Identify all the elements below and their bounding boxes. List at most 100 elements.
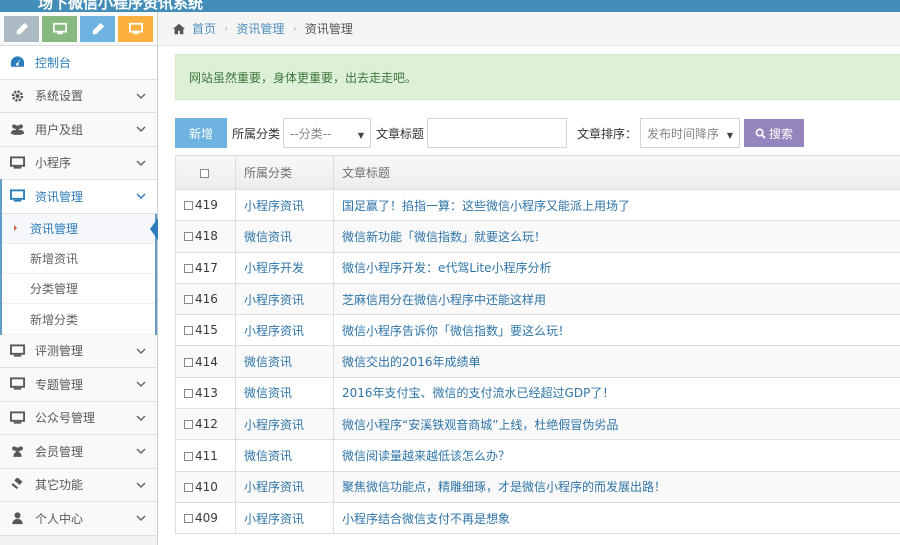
nav-label: 会员管理 <box>35 444 84 459</box>
title-input[interactable] <box>427 118 568 148</box>
id-cell: 418 <box>175 220 236 253</box>
category-select-value: --分类-- <box>290 126 332 141</box>
chevron-down-icon <box>136 415 146 421</box>
submenu-label: 新增资讯 <box>30 251 79 266</box>
title-cell[interactable]: 微信新功能「微信指数」就要这么玩！ <box>333 220 900 253</box>
row-checkbox[interactable] <box>184 388 193 398</box>
title-cell[interactable]: 2016年支付宝、微信的支付流水已经超过GDP了！ <box>333 376 900 410</box>
title-column-header: 文章标题 <box>333 155 900 190</box>
id-cell: 413 <box>175 376 236 410</box>
title-cell[interactable]: 微信阅读量越来越低该怎么办？ <box>333 439 900 472</box>
title-cell[interactable]: 小程序结合微信支付不再是想象 <box>333 501 900 535</box>
chevron-down-icon <box>136 93 146 99</box>
title-cell[interactable]: 微信小程序告诉你「微信指数」要这么玩！ <box>333 314 900 347</box>
pencil-icon <box>92 22 104 35</box>
category-cell[interactable]: 微信资讯 <box>235 345 334 378</box>
nav-label: 系统设置 <box>35 89 84 104</box>
search-button[interactable]: 搜索 <box>744 119 805 147</box>
category-cell[interactable]: 小程序资讯 <box>235 408 334 441</box>
id-cell: 417 <box>175 251 236 284</box>
chevron-down-icon <box>136 160 146 166</box>
nav-other-functions[interactable]: 其它功能 <box>0 468 157 503</box>
table-row: 418 微信资讯 微信新功能「微信指数」就要这么玩！ <box>175 220 900 253</box>
chevron-down-icon <box>136 381 146 388</box>
title-cell[interactable]: 微信小程序“安溪铁观音商城”上线，杜绝假冒伪劣品 <box>333 408 900 441</box>
nav-label: 其它功能 <box>35 478 84 493</box>
breadcrumb-news-link[interactable]: 资讯管理 <box>236 20 284 37</box>
row-checkbox[interactable] <box>184 263 193 273</box>
row-checkbox[interactable] <box>184 482 193 492</box>
category-cell[interactable]: 小程序资讯 <box>235 314 334 347</box>
home-icon <box>172 23 186 34</box>
shortcut-monitor-button[interactable] <box>42 16 77 42</box>
shortcut-display-button[interactable] <box>118 16 153 42</box>
category-cell[interactable]: 微信资讯 <box>235 220 334 253</box>
sort-select[interactable]: 发布时间降序 ▼ <box>640 118 741 148</box>
nav-member-management[interactable]: 会员管理 <box>0 435 157 469</box>
select-all-checkbox[interactable] <box>200 168 209 178</box>
breadcrumb-current: 资讯管理 <box>304 22 353 36</box>
row-checkbox[interactable] <box>184 420 193 430</box>
submenu-item-news-list[interactable]: 资讯管理 <box>2 213 158 244</box>
nav-label: 用户及组 <box>35 122 84 137</box>
add-button[interactable]: 新增 <box>175 118 227 148</box>
submenu-item-add-news[interactable]: 新增资讯 <box>2 244 155 275</box>
nav-topic-management[interactable]: 专题管理 <box>0 368 157 402</box>
category-cell[interactable]: 小程序资讯 <box>235 188 334 222</box>
nav-label: 评测管理 <box>35 344 84 359</box>
table-row: 416 小程序资讯 芝麻信用分在微信小程序中还能这样用 <box>175 282 900 316</box>
submenu-label: 新增分类 <box>30 312 79 327</box>
category-cell[interactable]: 微信资讯 <box>235 376 334 410</box>
category-cell[interactable]: 小程序资讯 <box>235 282 334 316</box>
category-cell[interactable]: 小程序资讯 <box>235 470 334 503</box>
alert-message: 网站虽然重要，身体更重要，出去走走吧。 <box>175 54 900 100</box>
category-cell[interactable]: 微信资讯 <box>235 439 334 472</box>
breadcrumb: 首页 › 资讯管理 › 资讯管理 <box>158 12 900 46</box>
select-arrow-icon: ▼ <box>726 131 734 140</box>
submenu-item-add-category[interactable]: 新增分类 <box>2 304 155 335</box>
nav-users-groups[interactable]: 用户及组 <box>0 113 157 147</box>
desktop-icon <box>9 411 26 425</box>
row-checkbox[interactable] <box>184 357 193 367</box>
title-cell[interactable]: 聚焦微信功能点，精雕细琢，才是微信小程序的而发展出路！ <box>333 470 900 503</box>
nav-personal-center[interactable]: 个人中心 <box>0 502 157 536</box>
category-cell[interactable]: 小程序开发 <box>235 251 334 284</box>
nav-system-settings[interactable]: 系统设置 <box>0 79 157 113</box>
id-cell: 414 <box>175 345 236 378</box>
row-checkbox[interactable] <box>184 514 193 524</box>
row-checkbox[interactable] <box>184 326 193 336</box>
gavel-icon <box>9 477 26 492</box>
submenu-item-category-management[interactable]: 分类管理 <box>2 274 155 305</box>
article-id: 410 <box>195 479 218 494</box>
title-cell[interactable]: 国足赢了！掐指一算：这些微信小程序又能派上用场了 <box>333 188 900 222</box>
nav-label: 公众号管理 <box>35 411 96 426</box>
nav-dashboard[interactable]: 控制台 <box>0 46 157 80</box>
nav-mini-program[interactable]: 小程序 <box>0 146 157 180</box>
users-icon <box>9 444 26 458</box>
category-cell[interactable]: 小程序资讯 <box>235 501 334 535</box>
article-id: 417 <box>195 260 218 275</box>
nav-label: 专题管理 <box>35 377 84 392</box>
monitor-icon <box>128 22 143 35</box>
row-checkbox[interactable] <box>184 232 193 242</box>
shortcut-pencil-button[interactable] <box>4 16 39 42</box>
breadcrumb-home-link[interactable]: 首页 <box>192 20 216 37</box>
submenu-label: 分类管理 <box>30 282 79 297</box>
sidebar: 控制台 系统设置 用户及组 小程序 资讯管理 资讯管理 新增资讯 分类管理 新增… <box>0 12 158 545</box>
row-checkbox[interactable] <box>184 295 193 305</box>
category-select[interactable]: --分类-- ▼ <box>283 118 372 148</box>
title-cell[interactable]: 微信交出的2016年成绩单 <box>333 345 900 378</box>
title-cell[interactable]: 微信小程序开发：e代驾Lite小程序分析 <box>333 251 900 284</box>
nav-news-management[interactable]: 资讯管理 <box>0 179 157 214</box>
title-cell[interactable]: 芝麻信用分在微信小程序中还能这样用 <box>333 282 900 316</box>
row-checkbox[interactable] <box>184 201 193 211</box>
row-checkbox[interactable] <box>184 451 193 461</box>
select-arrow-icon: ▼ <box>357 131 365 140</box>
category-column-header: 所属分类 <box>235 155 334 190</box>
desktop-icon <box>9 189 26 203</box>
nav-official-account-management[interactable]: 公众号管理 <box>0 401 157 436</box>
shortcut-edit-button[interactable] <box>80 16 115 42</box>
nav-review-management[interactable]: 评测管理 <box>0 334 157 369</box>
main-content: 首页 › 资讯管理 › 资讯管理 网站虽然重要，身体更重要，出去走走吧。 新增 … <box>158 12 900 545</box>
id-cell: 416 <box>175 282 236 316</box>
